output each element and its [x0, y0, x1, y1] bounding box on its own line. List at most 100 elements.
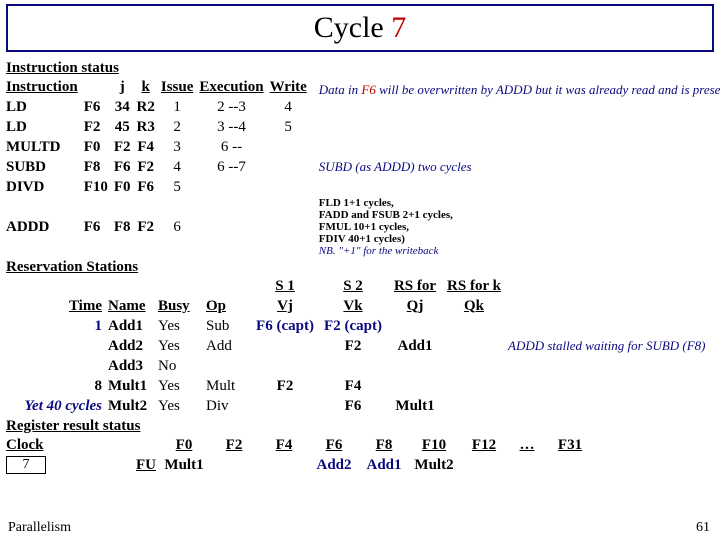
rs-name: Mult2: [108, 396, 158, 416]
rs-busy: Yes: [158, 376, 206, 396]
col-op: Op: [206, 296, 254, 316]
reg-col: F8: [362, 435, 412, 455]
rs-qj: [390, 356, 446, 376]
rs-row: Yet 40 cycles Mult2 Yes Div F6 Mult1: [6, 396, 712, 416]
col-time: Time: [6, 296, 108, 316]
slide-body: Instruction status Instruction j k Issue…: [6, 60, 714, 475]
lat-line: NB. "+1" for the writeback: [319, 245, 439, 257]
instr-issue: 4: [161, 157, 200, 177]
instr-write: 5: [270, 117, 313, 137]
note-addd-stall: ADDD stalled waiting for SUBD (F8): [508, 339, 706, 353]
rs-op: Sub: [206, 316, 254, 336]
instr-dest: F6: [84, 197, 114, 257]
note-overwrite: Data in F6 will be overwritten by ADDD b…: [319, 83, 720, 97]
reservation-stations-heading: Reservation Stations: [6, 259, 714, 276]
instr-k: F4: [137, 137, 161, 157]
instr-row: DIVD F10 F0 F6 5: [6, 177, 720, 197]
instr-issue: 1: [161, 97, 200, 117]
col-name: Name: [108, 296, 158, 316]
instr-j: F0: [114, 177, 137, 197]
rs-qk: [446, 396, 508, 416]
register-result-heading: Register result status: [6, 418, 714, 435]
note-subd: SUBD (as ADDD) two cycles: [319, 160, 720, 174]
rs-qk: [446, 356, 508, 376]
instr-k: F6: [137, 177, 161, 197]
instr-j: F6: [114, 157, 137, 177]
rs-vk: F2 (capt): [322, 316, 390, 336]
rs-qk: [446, 336, 508, 356]
note-reg: F6: [361, 82, 375, 97]
clock-label: Clock: [6, 435, 66, 455]
instr-k: F2: [137, 157, 161, 177]
title-prefix: Cycle: [314, 11, 391, 44]
instr-dest: F0: [84, 137, 114, 157]
rs-op: Mult: [206, 376, 254, 396]
instr-issue: 2: [161, 117, 200, 137]
note-text: will be overwritten by ADDD but it was a…: [376, 82, 720, 97]
rs-table: S 1 S 2 RS for RS for k Time Name Busy O…: [6, 276, 712, 416]
rs-time: [6, 356, 108, 376]
title-number: 7: [391, 11, 406, 44]
reg-header-row: Clock F0 F2 F4 F6 F8 F10 F12 … F31: [6, 435, 598, 455]
instr-exec: 6 --: [199, 137, 269, 157]
rs-busy: Yes: [158, 396, 206, 416]
rs-header-row-1: S 1 S 2 RS for RS for k: [6, 276, 712, 296]
col-s1: S 1: [254, 276, 322, 296]
rs-qk: [446, 316, 508, 336]
instr-exec: [199, 177, 269, 197]
rs-qj: [390, 376, 446, 396]
rs-name: Mult1: [108, 376, 158, 396]
note-text: Data in: [319, 82, 362, 97]
rs-name: Add1: [108, 316, 158, 336]
col-s2: S 2: [322, 276, 390, 296]
rs-time: [6, 336, 108, 356]
instr-dest: F2: [84, 117, 114, 137]
instr-dest: F6: [84, 97, 114, 117]
col-vj: Vj: [254, 296, 322, 316]
register-table: Clock F0 F2 F4 F6 F8 F10 F12 … F31 7 FU …: [6, 435, 598, 475]
footer-left: Parallelism: [8, 520, 71, 536]
instr-op: LD: [6, 97, 84, 117]
col-rsj: RS for: [390, 276, 446, 296]
reg-val: Add2: [312, 455, 362, 475]
instruction-header-row: Instruction j k Issue Execution Write Da…: [6, 77, 720, 97]
rs-qj: Add1: [390, 336, 446, 356]
reg-col: …: [512, 435, 548, 455]
instr-k: R3: [137, 117, 161, 137]
footer-right: 61: [696, 520, 710, 536]
rs-op: [206, 356, 254, 376]
instr-j: F8: [114, 197, 137, 257]
rs-vj: [254, 356, 322, 376]
rs-vk: F4: [322, 376, 390, 396]
rs-name: Add3: [108, 356, 158, 376]
lat-line: FADD and FSUB 2+1 cycles,: [319, 209, 453, 221]
reg-col: F31: [548, 435, 598, 455]
rs-qj: [390, 316, 446, 336]
rs-time: 8: [6, 376, 108, 396]
col-qk: Qk: [446, 296, 508, 316]
reg-val: [548, 455, 598, 475]
instruction-table: Instruction j k Issue Execution Write Da…: [6, 77, 720, 257]
col-rsk: RS for k: [446, 276, 508, 296]
rs-busy: No: [158, 356, 206, 376]
reg-val: [512, 455, 548, 475]
reg-col: F10: [412, 435, 462, 455]
instr-dest: F8: [84, 157, 114, 177]
slide-title: Cycle 7: [6, 4, 714, 52]
col-instruction: Instruction: [6, 77, 84, 97]
rs-vj: F2: [254, 376, 322, 396]
col-vk: Vk: [322, 296, 390, 316]
latency-note: FLD 1+1 cycles, FADD and FSUB 2+1 cycles…: [319, 197, 720, 257]
instr-write: [270, 197, 313, 257]
instr-op: LD: [6, 117, 84, 137]
instr-write: [270, 177, 313, 197]
reg-col: F4: [262, 435, 312, 455]
lat-line: FMUL 10+1 cycles,: [319, 221, 409, 233]
rs-name: Add2: [108, 336, 158, 356]
col-issue: Issue: [161, 77, 200, 97]
rs-vj: [254, 396, 322, 416]
instr-op: DIVD: [6, 177, 84, 197]
rs-time: 1: [6, 316, 108, 336]
fu-label: FU: [66, 455, 162, 475]
rs-row: 1 Add1 Yes Sub F6 (capt) F2 (capt): [6, 316, 712, 336]
